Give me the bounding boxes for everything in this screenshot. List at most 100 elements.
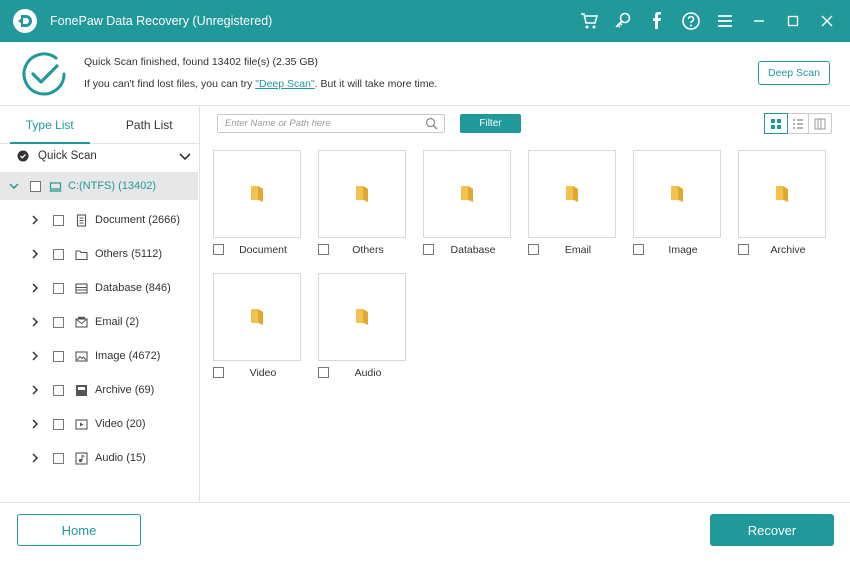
search-input[interactable] xyxy=(225,118,415,129)
folder-tile[interactable]: Image xyxy=(633,150,721,262)
root-checkbox[interactable] xyxy=(30,180,41,192)
cart-icon[interactable] xyxy=(578,10,600,32)
folder-tile-footer: Audio xyxy=(318,361,406,385)
scan-mode-label: Quick Scan xyxy=(38,150,97,162)
chevron-down-icon[interactable] xyxy=(9,181,19,191)
folder-tile-footer: Others xyxy=(318,238,406,262)
maximize-icon[interactable] xyxy=(782,10,804,32)
tree-item[interactable]: Others (5112) xyxy=(0,240,198,268)
tree-item[interactable]: Document (2666) xyxy=(0,206,198,234)
search-icon[interactable] xyxy=(425,117,438,130)
list-view-icon[interactable] xyxy=(787,114,810,133)
tree-item-checkbox[interactable] xyxy=(53,350,64,362)
help-icon[interactable] xyxy=(680,10,702,32)
fonepaw-logo-icon xyxy=(12,8,38,34)
deep-scan-link[interactable]: "Deep Scan" xyxy=(255,78,314,90)
scan-result-banner: Quick Scan finished, found 13402 file(s)… xyxy=(0,42,850,106)
tree-item[interactable]: Database (846) xyxy=(0,274,198,302)
folder-thumbnail[interactable] xyxy=(213,273,301,361)
tree-item-label: Document (2666) xyxy=(95,214,180,226)
tree-item-checkbox[interactable] xyxy=(53,248,64,260)
tree-item-checkbox[interactable] xyxy=(53,452,64,464)
chevron-right-icon[interactable] xyxy=(30,249,40,259)
folder-tile[interactable]: Others xyxy=(318,150,406,262)
tree-item-label: Database (846) xyxy=(95,282,171,294)
folder-outline-icon xyxy=(75,248,88,261)
facebook-icon[interactable] xyxy=(646,10,668,32)
chevron-right-icon[interactable] xyxy=(30,283,40,293)
menu-icon[interactable] xyxy=(714,10,736,32)
scan-hint-prefix: If you can't find lost files, you can tr… xyxy=(84,78,256,90)
chevron-right-icon[interactable] xyxy=(30,351,40,361)
tab-type-list[interactable]: Type List xyxy=(0,106,100,144)
folder-thumbnail[interactable] xyxy=(738,150,826,238)
tab-path-list[interactable]: Path List xyxy=(100,106,200,143)
tree-item[interactable]: Image (4672) xyxy=(0,342,198,370)
scan-hint-suffix: . But it will take more time. xyxy=(314,78,438,90)
sidebar: Type List Path List Quick Scan C:(NTFS) … xyxy=(0,106,200,502)
tree-item[interactable]: Archive (69) xyxy=(0,376,198,404)
tree-item[interactable]: Audio (15) xyxy=(0,444,198,472)
search-box[interactable] xyxy=(217,114,445,133)
folder-icon xyxy=(249,307,265,327)
archive-icon xyxy=(75,384,88,397)
tree-item-checkbox[interactable] xyxy=(53,418,64,430)
scan-mode-selector[interactable]: Quick Scan xyxy=(0,145,200,167)
folder-tile-footer: Video xyxy=(213,361,301,385)
folder-thumbnail[interactable] xyxy=(318,150,406,238)
chevron-right-icon[interactable] xyxy=(30,215,40,225)
scan-status-text: Quick Scan finished, found 13402 file(s)… xyxy=(84,56,319,68)
drive-icon xyxy=(49,180,62,193)
filter-button[interactable]: Filter xyxy=(460,114,521,133)
grid-view-icon[interactable] xyxy=(764,113,788,134)
chevron-right-icon[interactable] xyxy=(30,385,40,395)
folder-tile-footer: Archive xyxy=(738,238,826,262)
title-bar: FonePaw Data Recovery (Unregistered) xyxy=(0,0,850,42)
tree-item-label: Email (2) xyxy=(95,316,140,328)
tree-root-label: C:(NTFS) (13402) xyxy=(68,180,157,192)
audio-icon xyxy=(75,451,88,465)
folder-tile-footer: Email xyxy=(528,238,616,262)
tree-root-drive[interactable]: C:(NTFS) (13402) xyxy=(0,172,198,200)
tree-item-checkbox[interactable] xyxy=(53,384,64,396)
image-icon xyxy=(75,350,88,363)
folder-label: Email xyxy=(564,244,592,256)
folder-thumbnail[interactable] xyxy=(213,150,301,238)
folder-tile[interactable]: Archive xyxy=(738,150,826,262)
tree-item-checkbox[interactable] xyxy=(53,214,64,226)
sidebar-tabs: Type List Path List xyxy=(0,106,199,144)
tree-item-label: Image (4672) xyxy=(95,350,161,362)
tree-item[interactable]: Video (20) xyxy=(0,410,198,438)
folder-tile-footer: Document xyxy=(213,238,301,262)
folder-thumbnail[interactable] xyxy=(528,150,616,238)
folder-thumbnail[interactable] xyxy=(423,150,511,238)
recover-button[interactable]: Recover xyxy=(710,514,834,546)
chevron-right-icon[interactable] xyxy=(30,317,40,327)
folder-label: Image xyxy=(668,244,698,256)
deep-scan-button[interactable]: Deep Scan xyxy=(758,61,830,85)
folder-label: Video xyxy=(249,367,277,379)
folder-tile-footer: Database xyxy=(423,238,511,262)
email-icon xyxy=(75,316,88,329)
folder-tile[interactable]: Document xyxy=(213,150,301,262)
tree-item-checkbox[interactable] xyxy=(53,316,64,328)
close-icon[interactable] xyxy=(816,10,838,32)
folder-tile-footer: Image xyxy=(633,238,721,262)
folder-thumbnail[interactable] xyxy=(318,273,406,361)
folder-label: Others xyxy=(352,244,384,256)
chevron-right-icon[interactable] xyxy=(30,419,40,429)
folder-tile[interactable]: Database xyxy=(423,150,511,262)
minimize-icon[interactable] xyxy=(748,10,770,32)
home-button[interactable]: Home xyxy=(17,514,141,546)
folder-tile[interactable]: Audio xyxy=(318,273,406,385)
key-icon[interactable] xyxy=(612,10,634,32)
detail-view-icon[interactable] xyxy=(809,114,831,133)
document-icon xyxy=(75,213,88,227)
app-title: FonePaw Data Recovery (Unregistered) xyxy=(50,14,273,28)
chevron-right-icon[interactable] xyxy=(30,453,40,463)
tree-item-checkbox[interactable] xyxy=(53,282,64,294)
tree-item[interactable]: Email (2) xyxy=(0,308,198,336)
folder-thumbnail[interactable] xyxy=(633,150,721,238)
folder-tile[interactable]: Email xyxy=(528,150,616,262)
folder-tile[interactable]: Video xyxy=(213,273,301,385)
